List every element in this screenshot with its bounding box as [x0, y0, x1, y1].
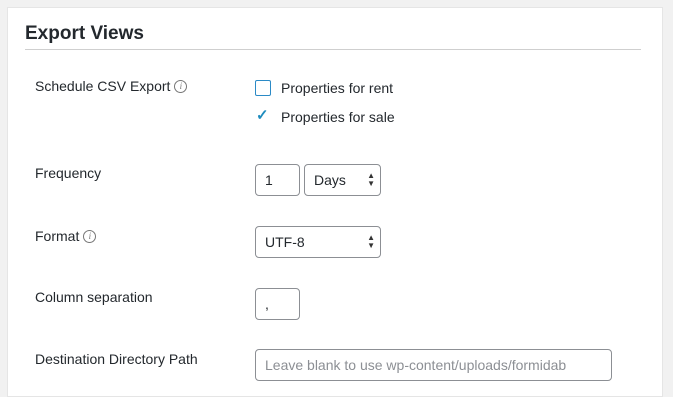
checkmark-icon: ✓ [256, 107, 269, 124]
info-icon[interactable]: i [174, 80, 188, 93]
select-arrows-icon: ▲ ▼ [367, 171, 375, 188]
destination-path-placeholder: Leave blank to use wp-content/uploads/fo… [265, 357, 567, 373]
checkbox-row-sale[interactable]: ✓ Properties for sale [255, 107, 395, 125]
frequency-value-input[interactable]: 1 [255, 164, 300, 196]
info-icon[interactable]: i [83, 230, 97, 243]
properties-for-rent-label[interactable]: Properties for rent [281, 80, 393, 96]
destination-path-label: Destination Directory Path [35, 351, 198, 367]
properties-for-rent-checkbox[interactable] [255, 80, 271, 96]
frequency-unit-value: Days [314, 172, 346, 188]
format-label: Format i [35, 228, 97, 244]
schedule-label-text: Schedule CSV Export [35, 78, 171, 94]
column-separation-value: , [265, 296, 269, 312]
frequency-value: 1 [265, 172, 273, 188]
properties-for-sale-checkbox[interactable]: ✓ [255, 107, 271, 125]
title-divider [25, 49, 641, 50]
checkbox-row-rent[interactable]: Properties for rent [255, 80, 393, 96]
format-label-text: Format [35, 228, 80, 244]
schedule-csv-export-label: Schedule CSV Export i [35, 78, 188, 94]
destination-path-input[interactable]: Leave blank to use wp-content/uploads/fo… [255, 349, 612, 381]
export-views-panel: Export Views Schedule CSV Export i Proper… [7, 7, 663, 397]
format-select[interactable]: UTF-8 ▲ ▼ [255, 226, 381, 258]
frequency-unit-select[interactable]: Days ▲ ▼ [304, 164, 381, 196]
column-separation-label: Column separation [35, 289, 153, 305]
select-arrows-icon: ▲ ▼ [367, 233, 375, 250]
column-separation-input[interactable]: , [255, 288, 300, 320]
format-value: UTF-8 [265, 234, 305, 250]
frequency-label: Frequency [35, 165, 102, 181]
section-title: Export Views [25, 23, 144, 44]
properties-for-sale-label[interactable]: Properties for sale [281, 109, 395, 125]
